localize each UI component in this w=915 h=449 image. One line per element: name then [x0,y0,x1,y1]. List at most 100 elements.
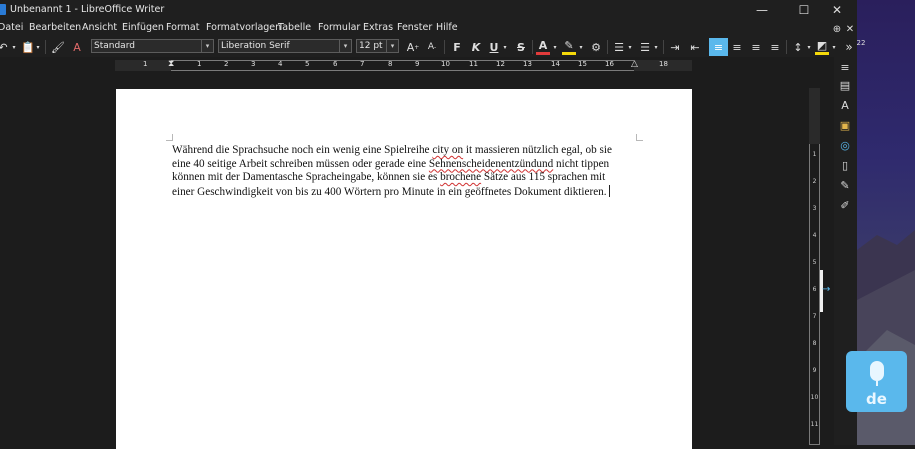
document-line[interactable]: können mit der Damentasche Spracheingabe… [172,171,634,185]
vertical-ruler-label: 7 [812,313,817,320]
underline-button[interactable]: U [487,38,501,56]
ruler-label: 18 [659,60,668,68]
styles-icon[interactable]: A [837,97,853,113]
increase-indent-icon[interactable]: ⇥ [668,38,682,56]
font-name-select[interactable]: Liberation Serif ▾ [218,39,352,53]
chevron-down-icon[interactable]: ▾ [339,40,351,52]
menu-bar: Datei Bearbeiten Ansicht Einfügen Format… [0,20,857,37]
page-icon[interactable]: ▯ [837,157,853,173]
highlight-dropdown-icon[interactable]: ▾ [577,38,585,56]
menu-bearbeiten[interactable]: Bearbeiten [29,22,81,33]
menu-hilfe[interactable]: Hilfe [436,22,458,33]
chevron-down-icon[interactable]: ▾ [201,40,213,52]
gallery-icon[interactable]: ▣ [837,117,853,133]
paragraph-background-dropdown-icon[interactable]: ▾ [830,38,838,56]
bullet-list-icon[interactable]: ☰ [612,38,626,56]
menu-tabelle[interactable]: Tabelle [278,22,311,33]
chevron-down-icon[interactable]: ▾ [386,40,398,52]
align-left-button[interactable]: ≡ [709,38,728,56]
toolbar-overflow-button[interactable]: » [843,38,855,56]
microphone-icon[interactable] [870,361,884,381]
align-right-icon[interactable]: ≡ [749,38,763,56]
text-run: it massieren nützlich egal, ob sie [463,144,612,156]
misspelled-word: city on [432,144,464,156]
decrease-font-size-icon[interactable]: A- [425,38,439,56]
left-indent-icon[interactable]: ⧗ [168,59,174,69]
character-settings-icon[interactable]: ⚙ [589,38,603,56]
font-size-select[interactable]: 12 pt ▾ [356,39,399,53]
increase-font-size-icon[interactable]: A + [406,38,420,56]
style-inspector-icon[interactable]: ✎ [837,177,853,193]
document-line[interactable]: eine 40 seitige Arbeit schreiben müssen … [172,158,634,172]
globe-icon[interactable]: ⊕ [830,20,844,38]
toolbar-separator [444,40,445,54]
italic-button[interactable]: K [469,38,483,56]
text-run: Während die Sprachsuche noch ein wenig e… [172,144,433,156]
text-cursor [608,184,610,197]
close-document-icon[interactable]: ✕ [845,20,855,38]
vertical-ruler-label: 1 [812,151,817,158]
paste-icon[interactable]: 📋 [21,38,35,56]
vertical-ruler-label: 8 [812,340,817,347]
clone-formatting-icon[interactable]: 🖌 [51,38,65,56]
properties-icon[interactable]: ▤ [837,77,853,93]
minimize-button[interactable]: — [745,0,779,20]
ruler-label: 13 [523,60,532,68]
right-indent-icon[interactable]: △ [631,59,638,69]
ruler-label: 14 [551,60,560,68]
menu-ansicht[interactable]: Ansicht [82,22,117,33]
bullet-list-dropdown-icon[interactable]: ▾ [626,38,634,56]
ruler-label: 10 [441,60,450,68]
highlight-color-icon[interactable]: ✎ [562,38,576,55]
underline-dropdown-icon[interactable]: ▾ [501,38,509,56]
ruler-label: 8 [388,60,393,68]
menu-fenster[interactable]: Fenster [397,22,432,33]
toolbar-separator [607,40,608,54]
line-spacing-icon[interactable]: ↕ [791,38,805,56]
numbered-list-dropdown-icon[interactable]: ▾ [652,38,660,56]
undo-dropdown-icon[interactable]: ▾ [11,38,17,56]
menu-einfuegen[interactable]: Einfügen [122,22,164,33]
sidebar-toggle-arrow-icon[interactable]: → [822,284,830,295]
vertical-ruler-label: 11 [810,421,819,428]
paragraph-background-icon[interactable]: ◩ [815,38,829,55]
document-line[interactable]: einer Geschwindigkeit von bis zu 400 Wör… [172,184,634,200]
vertical-ruler[interactable]: 1 2 3 4 5 6 7 8 9 10 11 [809,88,823,445]
dictation-widget[interactable]: de [846,351,907,412]
decrease-indent-icon[interactable]: ⇤ [688,38,702,56]
menu-formatvorlagen[interactable]: Formatvorlagen [206,22,281,33]
undo-icon[interactable]: ↶ [0,38,10,56]
strikethrough-button[interactable]: S [514,38,528,56]
ruler-label: 5 [305,60,310,68]
justify-icon[interactable]: ≡ [768,38,782,56]
align-center-icon[interactable]: ≡ [730,38,744,56]
paste-dropdown-icon[interactable]: ▾ [35,38,41,56]
menu-extras[interactable]: Extras [363,22,393,33]
line-spacing-dropdown-icon[interactable]: ▾ [805,38,813,56]
document-page[interactable]: Während die Sprachsuche noch ein wenig e… [116,89,692,449]
font-color-dropdown-icon[interactable]: ▾ [551,38,559,56]
maximize-button[interactable]: ☐ [787,0,821,20]
ruler-label: 15 [578,60,587,68]
menu-formular[interactable]: Formular [318,22,360,33]
manage-changes-icon[interactable]: ✐ [837,197,853,213]
bold-button[interactable]: F [450,38,464,56]
font-name-value: Liberation Serif [221,41,290,51]
document-text[interactable]: Während die Sprachsuche noch ein wenig e… [172,144,634,199]
ruler-label: 12 [496,60,505,68]
ruler-label: 1 [197,60,202,68]
toolbar-separator [663,40,664,54]
text-boundary-corner [166,134,173,141]
font-color-icon[interactable]: A [536,38,550,55]
clear-formatting-icon[interactable]: A [70,38,84,56]
close-button[interactable]: ✕ [820,0,854,20]
horizontal-ruler[interactable]: 1 ⧗ 1 2 3 4 5 6 7 8 9 10 11 12 13 14 15 … [115,59,692,72]
numbered-list-icon[interactable]: ☰ [638,38,652,56]
ruler-label: 16 [605,60,614,68]
paragraph-style-select[interactable]: Standard ▾ [91,39,214,53]
menu-datei[interactable]: Datei [0,22,23,33]
document-line[interactable]: Während die Sprachsuche noch ein wenig e… [172,144,634,158]
navigator-icon[interactable]: ◎ [837,137,853,153]
menu-format[interactable]: Format [166,22,199,33]
sidebar-menu-icon[interactable]: ≡ [837,59,853,75]
